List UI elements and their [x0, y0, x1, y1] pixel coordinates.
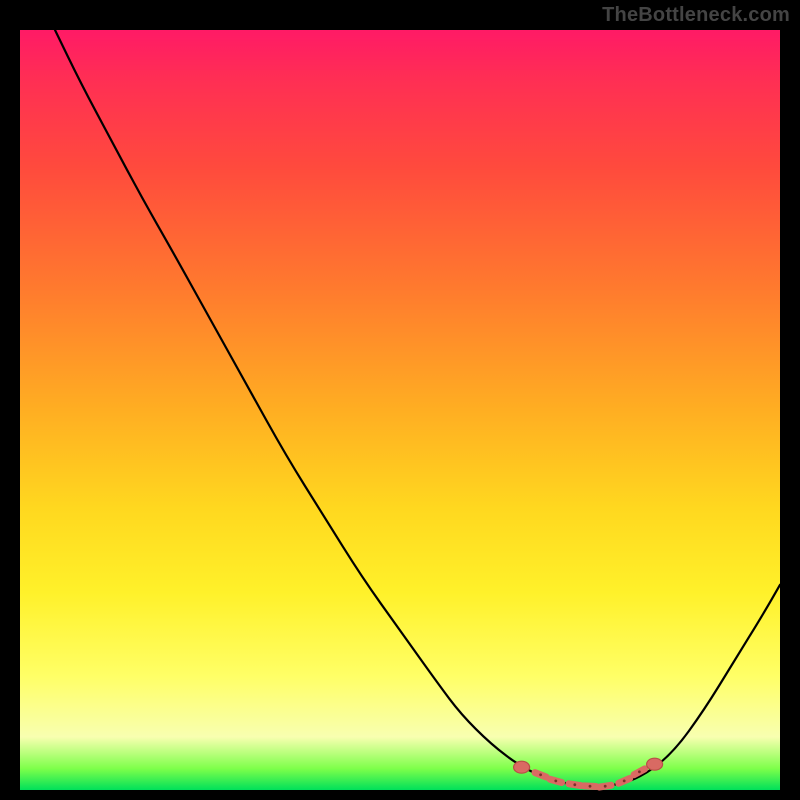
bottleneck-curve — [55, 30, 780, 786]
chart-overlay — [20, 30, 780, 790]
highlight-dots — [514, 758, 663, 787]
plot-frame — [20, 30, 780, 790]
watermark-text: TheBottleneck.com — [602, 4, 790, 27]
chart-stage: TheBottleneck.com — [0, 0, 800, 800]
